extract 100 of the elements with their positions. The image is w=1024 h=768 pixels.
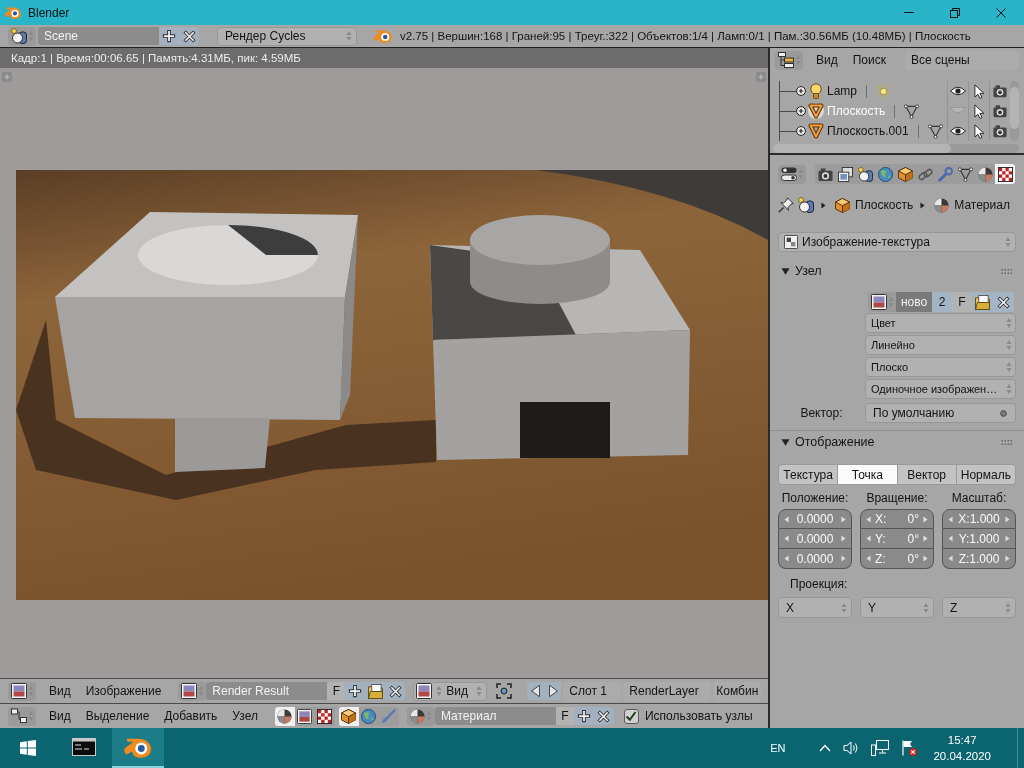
shader-type-button[interactable]: [338, 706, 359, 726]
option-dropdown[interactable]: Одиночное изображен…: [865, 379, 1016, 399]
menu-button[interactable]: Вид: [44, 681, 76, 701]
fake-user-button[interactable]: F: [327, 682, 346, 700]
option-dropdown[interactable]: Линейно: [865, 335, 1016, 355]
editor-type-button[interactable]: [775, 50, 803, 70]
open-image-button[interactable]: [365, 682, 386, 700]
camera-icon[interactable]: [993, 124, 1007, 138]
texture-type-dropdown[interactable]: Изображение-текстура: [778, 232, 1016, 252]
display-mode-dropdown[interactable]: Все сцены: [905, 50, 1019, 70]
menu-button[interactable]: Выделение: [80, 706, 155, 726]
language-indicator[interactable]: EN: [770, 742, 786, 754]
scrollbar-thumb[interactable]: [773, 144, 951, 153]
node-tree-type-button[interactable]: [294, 706, 315, 726]
properties-tab[interactable]: [975, 164, 995, 184]
updown-arrows-icon: [27, 685, 34, 697]
image-name-field[interactable]: ново: [896, 292, 932, 312]
chevron-up-icon[interactable]: [819, 744, 832, 752]
unlink-material-button[interactable]: [593, 707, 614, 725]
image-browse-button[interactable]: [868, 292, 896, 312]
editor-type-button[interactable]: [778, 164, 806, 184]
scrollbar-thumb[interactable]: [1010, 87, 1019, 129]
node-tree-type-button[interactable]: [314, 706, 335, 726]
menu-button[interactable]: Вид: [811, 50, 843, 70]
editor-type-button[interactable]: [8, 706, 36, 726]
option-dropdown[interactable]: Плоско: [865, 357, 1016, 377]
delete-scene-button[interactable]: [179, 27, 199, 45]
render-pass-dropdown[interactable]: Комбин: [713, 681, 762, 701]
mapping-tab[interactable]: Нормаль: [956, 464, 1016, 485]
menu-button[interactable]: Узел: [227, 706, 263, 726]
menu-button[interactable]: Вид: [44, 706, 76, 726]
users-count-button[interactable]: 2: [932, 292, 952, 312]
object-name[interactable]: Lamp: [827, 84, 858, 98]
slot-dropdown[interactable]: Слот 1: [563, 681, 622, 701]
properties-tab[interactable]: [995, 164, 1015, 184]
new-material-button[interactable]: [573, 707, 594, 725]
menu-button[interactable]: Поиск: [847, 50, 891, 70]
arrow-left-icon: [784, 535, 789, 542]
camera-icon[interactable]: [993, 104, 1007, 118]
sphere-icon: [977, 166, 993, 182]
clock-time[interactable]: 15:47: [947, 732, 977, 748]
updown-arrows-icon: [1006, 317, 1012, 329]
eye-icon[interactable]: [950, 126, 966, 136]
expand-icon[interactable]: [796, 106, 806, 116]
material-browse-button[interactable]: [406, 706, 435, 726]
expand-icon[interactable]: [796, 86, 806, 96]
projection-dropdown[interactable]: X: [778, 597, 852, 618]
mapping-tab[interactable]: Вектор: [897, 464, 957, 485]
unlink-image-button[interactable]: [993, 292, 1014, 312]
scene-browse-button[interactable]: [8, 26, 36, 46]
pointer-icon[interactable]: [973, 103, 985, 119]
render-engine-dropdown[interactable]: Рендер Cycles: [217, 26, 357, 46]
node-tree-type-button[interactable]: [274, 706, 295, 726]
use-nodes-checkbox[interactable]: [623, 708, 639, 724]
mapping-tab[interactable]: Точка: [838, 464, 898, 485]
menu-button[interactable]: Изображение: [80, 681, 167, 701]
vertical-scrollbar[interactable]: [1010, 81, 1019, 141]
editor-type-button[interactable]: [8, 681, 36, 701]
pointer-icon[interactable]: [973, 123, 985, 139]
render-layer-dropdown[interactable]: RenderLayer: [623, 681, 712, 701]
projection-dropdown[interactable]: Z: [942, 597, 1016, 618]
properties-tab[interactable]: [815, 164, 835, 184]
projection-dropdown[interactable]: Y: [860, 597, 934, 618]
image-browse-button[interactable]: [178, 681, 207, 701]
flag-icon[interactable]: [901, 740, 918, 756]
checkbox-label[interactable]: Использовать узлы: [644, 709, 753, 723]
camera-icon[interactable]: [993, 84, 1007, 98]
shader-type-button[interactable]: [358, 706, 379, 726]
object-name[interactable]: Плоскость.001: [827, 124, 909, 138]
properties-tab[interactable]: [835, 164, 855, 184]
globe-icon: [877, 166, 893, 182]
updown-arrows-icon: [797, 168, 804, 180]
expand-icon[interactable]: [796, 126, 806, 136]
pointer-icon[interactable]: [973, 83, 985, 99]
network-icon[interactable]: [871, 740, 890, 756]
vector-dropdown[interactable]: По умолчанию: [865, 403, 1016, 423]
horizontal-scrollbar[interactable]: [773, 144, 1019, 153]
arrow-left-icon: [866, 555, 871, 562]
triangle-mesh-icon: [957, 166, 973, 182]
pin-icon[interactable]: [778, 197, 794, 213]
properties-tab[interactable]: [855, 164, 875, 184]
scene-statistics: v2.75 | Вершин:168 | Граней:95 | Треуг.:322 | Объектов:1/4 | Ламп:0/1 | Пам.:30.56МБ (10.48МБ) | Плоскость: [400, 30, 971, 42]
open-image-button[interactable]: [972, 292, 993, 312]
next-slot-button[interactable]: [544, 682, 562, 700]
unlink-image-button[interactable]: [385, 682, 406, 700]
menu-button[interactable]: Добавить: [159, 706, 223, 726]
fake-user-button[interactable]: F: [952, 292, 972, 312]
panel-header[interactable]: Отображение: [778, 431, 1016, 453]
view-mode-dropdown[interactable]: Вид: [413, 681, 488, 701]
eye-icon[interactable]: [950, 86, 966, 96]
new-image-button[interactable]: [345, 682, 366, 700]
previous-slot-button[interactable]: [527, 682, 545, 700]
panel-header[interactable]: Узел: [778, 260, 1016, 282]
option-dropdown[interactable]: Цвет: [865, 313, 1016, 333]
sphere-icon: [409, 708, 425, 724]
clock-date[interactable]: 20.04.2020: [933, 748, 991, 764]
new-scene-button[interactable]: [159, 27, 179, 45]
speaker-icon[interactable]: [843, 741, 860, 755]
mapping-tab[interactable]: Текстура: [778, 464, 839, 485]
arrow-right-icon: [923, 515, 928, 523]
